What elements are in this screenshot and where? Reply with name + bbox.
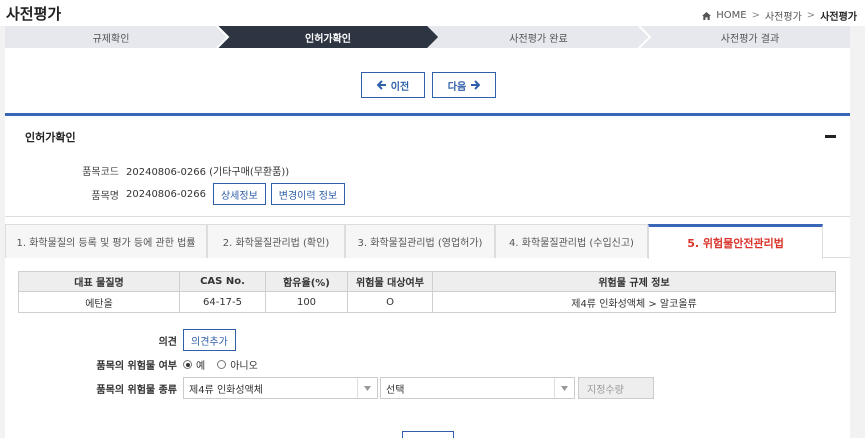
table-cell: O xyxy=(347,291,433,313)
next-button[interactable]: 다음 xyxy=(432,72,496,98)
column-header: 위험물 대상여부 xyxy=(347,271,433,292)
hazard-type-label: 품목의 위험물 종류 xyxy=(96,384,177,396)
column-header: CAS No. xyxy=(179,271,266,292)
product-name-value: 20240806-0266 xyxy=(126,188,206,200)
permit-check-section: 인허가확인 품목코드 20240806-0266 (기타구매(무환품)) 품목명… xyxy=(5,113,850,217)
breadcrumb-separator: > xyxy=(806,10,816,21)
breadcrumb-parent-link[interactable]: 사전평가 xyxy=(765,8,802,23)
table-cell: 에탄올 xyxy=(18,291,180,313)
table-cell: 제4류 인화성액체 > 알코올류 xyxy=(432,291,836,313)
home-icon xyxy=(702,11,712,20)
add-opinion-button[interactable]: 의견추가 xyxy=(183,329,236,351)
arrow-left-icon xyxy=(376,80,386,90)
hazard-status-label: 품목의 위험물 여부 xyxy=(96,361,177,372)
detail-info-button[interactable]: 상세정보 xyxy=(212,183,266,205)
step-permit-check: 인허가확인 xyxy=(305,33,351,45)
prev-button-label: 이전 xyxy=(390,81,410,93)
hazard-no-label: 아니오 xyxy=(230,361,258,372)
product-code-value: 20240806-0266 (기타구매(무환품)) xyxy=(126,167,290,178)
change-history-button[interactable]: 변경이력 정보 xyxy=(270,183,346,205)
hazard-no-radio[interactable]: 아니오 xyxy=(217,357,258,372)
hazard-yes-label: 예 xyxy=(196,361,206,372)
breadcrumb-home-link[interactable]: HOME xyxy=(716,10,746,21)
hazard-type-value: 제4류 인화성액체 xyxy=(189,384,263,396)
table-row: 에탄올 64-17-5 100 O 제4류 인화성액체 > 알코올류 xyxy=(18,291,836,313)
arrow-right-icon xyxy=(471,80,481,90)
product-name-label: 품목명 xyxy=(91,190,119,202)
tab-chemical-control-import[interactable]: 4. 화학물질관리법 (수입신고) xyxy=(495,224,648,258)
breadcrumb: HOME > 사전평가 > 사전평가 xyxy=(702,8,857,23)
chevron-down-icon xyxy=(554,378,574,398)
hazard-status-row: 품목의 위험물 여부 예 아니오 xyxy=(5,357,270,372)
tab-hazardous-materials-safety[interactable]: 5. 위험물안전관리법 xyxy=(648,224,823,259)
bottom-button[interactable] xyxy=(402,431,454,438)
product-code-row: 품목코드 20240806-0266 (기타구매(무환품)) xyxy=(45,163,289,178)
opinion-label: 의견 xyxy=(158,336,177,348)
chevron-down-icon xyxy=(357,378,377,398)
breadcrumb-separator: > xyxy=(751,10,760,21)
column-header: 위험물 규제 정보 xyxy=(432,271,836,292)
step-progress: 규제확인 인허가확인 사전평가 완료 사전평가 결과 xyxy=(5,26,850,48)
column-header: 함유율(%) xyxy=(265,271,348,292)
hazard-table: 대표 물질명 CAS No. 함유율(%) 위험물 대상여부 위험물 규제 정보… xyxy=(18,271,836,313)
page-title: 사전평가 xyxy=(6,5,62,23)
opinion-row: 의견 의견추가 xyxy=(5,329,236,351)
next-button-label: 다음 xyxy=(447,81,467,93)
tab-chemical-registration[interactable]: 1. 화학물질의 등록 및 평가 등에 관한 법률 xyxy=(5,224,207,258)
table-cell: 64-17-5 xyxy=(179,291,266,313)
hazard-subtype-value: 선택 xyxy=(386,384,405,396)
hazard-subtype-select[interactable]: 선택 xyxy=(380,377,575,399)
hazard-type-select[interactable]: 제4류 인화성액체 xyxy=(183,377,378,399)
collapse-icon[interactable] xyxy=(825,135,836,138)
law-tabs: 1. 화학물질의 등록 및 평가 등에 관한 법률 2. 화학물질관리법 (확인… xyxy=(5,224,850,259)
step-regulation-check: 규제확인 xyxy=(92,33,130,45)
breadcrumb-current: 사전평가 xyxy=(820,12,857,23)
main-content: 이전 다음 인허가확인 품목코드 20240806-0266 (기타구매(무환품… xyxy=(5,48,850,438)
radio-selected-icon xyxy=(183,360,192,369)
tab-chemical-control-business[interactable]: 3. 화학물질관리법 (영업허가) xyxy=(345,224,495,258)
step-pre-eval-complete: 사전평가 완료 xyxy=(509,33,568,45)
tab-chemical-control-check[interactable]: 2. 화학물질관리법 (확인) xyxy=(207,224,345,258)
table-cell: 100 xyxy=(265,291,348,313)
nav-buttons: 이전 다음 xyxy=(361,72,496,98)
product-code-label: 품목코드 xyxy=(82,167,119,178)
prev-button[interactable]: 이전 xyxy=(361,72,425,98)
table-header-row: 대표 물질명 CAS No. 함유율(%) 위험물 대상여부 위험물 규제 정보 xyxy=(18,271,836,292)
hazard-yes-radio[interactable]: 예 xyxy=(183,357,205,372)
designated-quantity-input: 지정수량 xyxy=(578,377,654,399)
top-bar: 사전평가 HOME > 사전평가 > 사전평가 xyxy=(0,0,865,26)
section-title: 인허가확인 xyxy=(25,131,76,144)
hazard-type-row: 품목의 위험물 종류 제4류 인화성액체 선택 지정수량 xyxy=(5,377,654,399)
column-header: 대표 물질명 xyxy=(18,271,180,292)
product-name-row: 품목명 20240806-0266 상세정보 변경이력 정보 xyxy=(45,183,346,205)
step-pre-eval-result: 사전평가 결과 xyxy=(720,33,780,45)
radio-unselected-icon xyxy=(217,360,227,369)
